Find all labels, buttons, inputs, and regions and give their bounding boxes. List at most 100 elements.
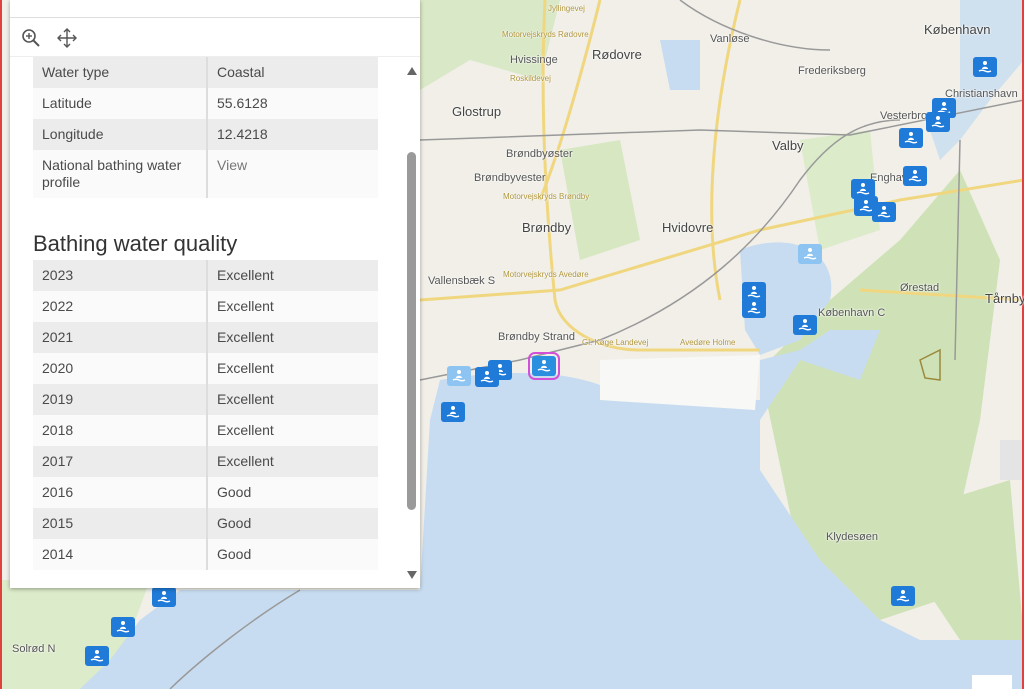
- map-attribution-box: [972, 675, 1012, 689]
- rating-cell: Excellent: [207, 260, 378, 291]
- map-place-label: Frederiksberg: [798, 65, 866, 77]
- year-cell: 2017: [33, 446, 208, 477]
- profile-view-link[interactable]: View: [207, 150, 378, 198]
- attribute-value: 55.6128: [207, 88, 378, 119]
- rating-cell: Good: [207, 477, 378, 508]
- bathing-site-marker[interactable]: [798, 244, 822, 264]
- map-road-label: Jyllingevej: [548, 4, 585, 13]
- swimmer-icon: [908, 170, 922, 182]
- attribute-row: Longitude 12.4218: [33, 119, 378, 150]
- attribute-row: Latitude 55.6128: [33, 88, 378, 119]
- bathing-site-marker[interactable]: [447, 366, 471, 386]
- attribute-row: Water type Coastal: [33, 57, 378, 88]
- quality-row: 2016 Good: [33, 477, 378, 508]
- map-place-label: Hvidovre: [662, 220, 714, 235]
- rating-cell: Excellent: [207, 446, 378, 477]
- popup-toolbar: [10, 18, 420, 57]
- swimmer-icon: [480, 371, 494, 383]
- year-cell: 2020: [33, 353, 208, 384]
- scroll-down-arrow-icon[interactable]: [407, 571, 417, 579]
- bathing-site-marker[interactable]: [903, 166, 927, 186]
- attribute-label: Water type: [33, 57, 208, 88]
- quality-row: 2018 Excellent: [33, 415, 378, 446]
- map-place-label: Hvissinge: [510, 54, 558, 66]
- bathing-site-marker[interactable]: [742, 298, 766, 318]
- bathing-site-marker[interactable]: [891, 586, 915, 606]
- swimmer-icon: [803, 248, 817, 260]
- swimmer-icon: [452, 370, 466, 382]
- bathing-site-marker[interactable]: [926, 112, 950, 132]
- quality-row: 2023 Excellent: [33, 260, 378, 291]
- attribute-label: National bathing water profile: [33, 150, 208, 198]
- selected-bathing-site-marker[interactable]: [528, 352, 560, 380]
- quality-table: 2023 Excellent 2022 Excellent 2021 Excellent 2…: [33, 260, 378, 570]
- quality-row: 2014 Good: [33, 539, 378, 570]
- bathing-site-marker[interactable]: [152, 587, 176, 607]
- map-place-label: Rødovre: [592, 47, 642, 62]
- swimmer-icon: [747, 302, 761, 314]
- swimmer-icon: [116, 621, 130, 633]
- popup-header: [10, 0, 420, 18]
- quality-row: 2021 Excellent: [33, 322, 378, 353]
- year-cell: 2022: [33, 291, 208, 322]
- rating-cell: Excellent: [207, 353, 378, 384]
- zoom-in-icon[interactable]: [20, 27, 42, 49]
- bathing-site-marker[interactable]: [872, 202, 896, 222]
- bathing-site-marker[interactable]: [973, 57, 997, 77]
- swimmer-icon: [856, 183, 870, 195]
- swimmer-icon: [446, 406, 460, 418]
- bathing-site-marker[interactable]: [793, 315, 817, 335]
- window-border: [0, 0, 2, 689]
- year-cell: 2018: [33, 415, 208, 446]
- map-road-label: Motorvejskryds Brøndby: [503, 192, 590, 201]
- map-place-label: Klydesøen: [826, 531, 878, 543]
- attribute-row: National bathing water profile View: [33, 150, 378, 198]
- bathing-site-marker[interactable]: [475, 367, 499, 387]
- rating-cell: Excellent: [207, 322, 378, 353]
- year-cell: 2019: [33, 384, 208, 415]
- year-cell: 2015: [33, 508, 208, 539]
- attribute-value: Coastal: [207, 57, 378, 88]
- scrollbar-thumb[interactable]: [407, 152, 416, 510]
- map-place-label: Brøndby: [522, 220, 572, 235]
- quality-row: 2019 Excellent: [33, 384, 378, 415]
- scroll-up-arrow-icon[interactable]: [407, 67, 417, 75]
- rating-cell: Good: [207, 539, 378, 570]
- attribute-value: 12.4218: [207, 119, 378, 150]
- map-place-label: Glostrup: [452, 104, 502, 119]
- rating-cell: Excellent: [207, 291, 378, 322]
- map-place-label: Brøndbyøster: [506, 148, 573, 160]
- map-place-label: Christianshavn: [945, 88, 1018, 100]
- map-place-label: Brøndby Strand: [498, 331, 576, 343]
- scrollbar[interactable]: [403, 60, 421, 585]
- year-cell: 2016: [33, 477, 208, 508]
- quality-row: 2022 Excellent: [33, 291, 378, 322]
- quality-row: 2020 Excellent: [33, 353, 378, 384]
- bathing-site-marker[interactable]: [111, 617, 135, 637]
- section-title: Bathing water quality: [33, 231, 238, 256]
- popup-content: Water type Coastal Latitude 55.6128 Longitud…: [33, 57, 378, 570]
- map-place-label: Solrød N: [12, 643, 56, 655]
- rating-cell: Excellent: [207, 384, 378, 415]
- map-place-label: Brøndbyvester: [474, 172, 546, 184]
- bathing-site-marker[interactable]: [85, 646, 109, 666]
- swimmer-icon: [90, 650, 104, 662]
- attribute-label: Latitude: [33, 88, 208, 119]
- swimmer-icon: [877, 206, 891, 218]
- year-cell: 2021: [33, 322, 208, 353]
- map-road-label: Motorvejskryds Avedøre: [503, 270, 589, 279]
- swimmer-icon: [931, 116, 945, 128]
- quality-row: 2017 Excellent: [33, 446, 378, 477]
- map-place-label: Valby: [772, 138, 804, 153]
- move-icon[interactable]: [56, 27, 78, 49]
- bathing-site-marker[interactable]: [441, 402, 465, 422]
- swimmer-icon: [798, 319, 812, 331]
- map-road-label: Avedøre Holme: [680, 338, 736, 347]
- map-road-label: Gl. Køge Landevej: [582, 338, 649, 347]
- map-place-label: Ørestad: [900, 282, 940, 294]
- map-place-label: Tårnby: [985, 291, 1024, 306]
- map-place-label: Vallensbæk S: [428, 275, 496, 287]
- bathing-site-marker[interactable]: [899, 128, 923, 148]
- map-place-label: København C: [818, 307, 886, 319]
- map-place-label: København: [924, 22, 991, 37]
